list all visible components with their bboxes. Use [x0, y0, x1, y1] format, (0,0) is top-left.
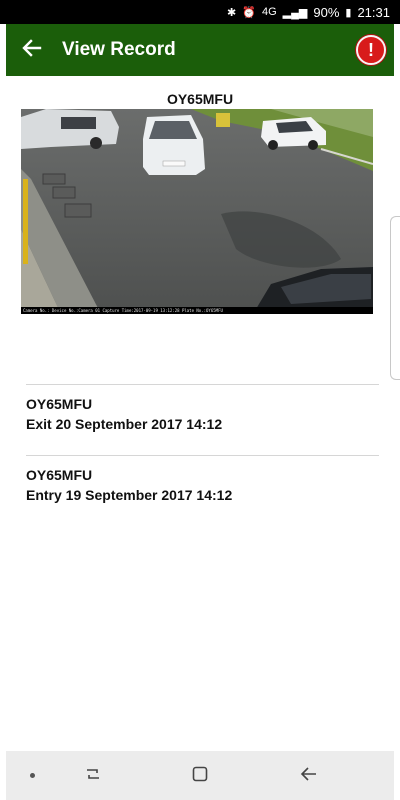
network-type: 4G	[261, 6, 277, 18]
nav-back-button[interactable]	[298, 765, 320, 787]
page-title: View Record	[62, 39, 176, 60]
alert-button[interactable]: !	[356, 35, 386, 65]
recents-icon	[84, 765, 102, 788]
camera-capture-image[interactable]: Camera No.: Device No.:Camera 01 Capture…	[21, 109, 373, 314]
alarm-icon: ⏰	[242, 6, 256, 19]
home-button[interactable]	[189, 765, 211, 787]
record-event: Entry 19 September 2017 14:12	[26, 487, 233, 503]
plate-heading: OY65MFU	[166, 91, 234, 107]
home-icon	[191, 765, 209, 788]
nav-back-icon	[300, 765, 318, 788]
app-bar: View Record !	[6, 24, 394, 76]
list-item[interactable]: OY65MFU Entry 19 September 2017 14:12	[26, 455, 379, 526]
back-button[interactable]	[6, 24, 58, 76]
clock: 21:31	[357, 4, 390, 20]
record-plate: OY65MFU	[26, 396, 93, 412]
record-list: OY65MFU Exit 20 September 2017 14:12 OY6…	[26, 384, 379, 526]
camera-caption: Camera No.: Device No.:Camera 01 Capture…	[21, 307, 373, 314]
battery-icon: ▮	[345, 6, 352, 19]
record-plate: OY65MFU	[26, 467, 93, 483]
battery-level: 90%	[313, 4, 340, 20]
signal-icon: ▂▄▆	[282, 6, 308, 19]
arrow-left-icon	[22, 38, 42, 63]
status-bar: ✱ ⏰ 4G ▂▄▆ 90% ▮ 21:31	[0, 0, 400, 24]
nav-dot-icon	[30, 773, 35, 778]
recents-button[interactable]	[82, 765, 104, 787]
list-item[interactable]: OY65MFU Exit 20 September 2017 14:12	[26, 384, 379, 455]
edge-panel-handle[interactable]	[390, 216, 400, 380]
alert-icon: !	[368, 39, 374, 60]
record-event: Exit 20 September 2017 14:12	[26, 416, 223, 432]
bluetooth-icon: ✱	[227, 6, 237, 19]
system-nav-bar	[6, 751, 394, 800]
